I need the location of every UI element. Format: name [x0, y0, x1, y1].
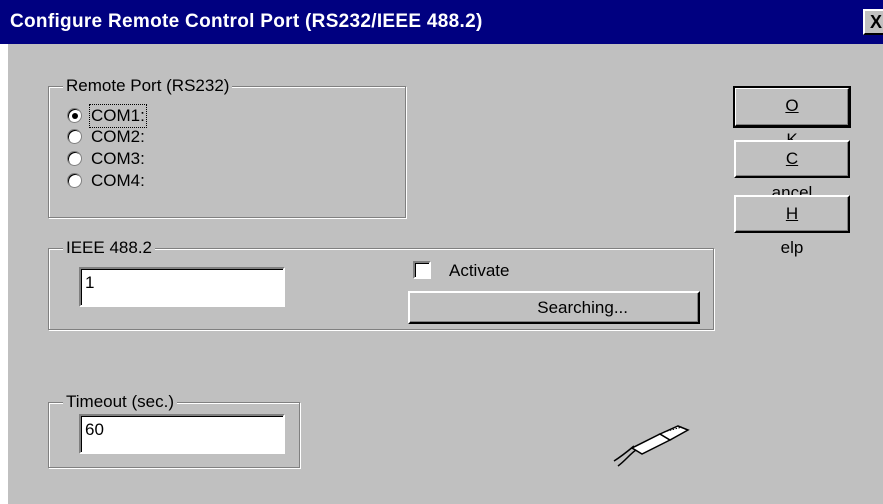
radio-com1-label[interactable]: COM1: [89, 104, 147, 128]
ieee-address-input[interactable]: 1 [79, 267, 285, 307]
radio-selected-dot [72, 113, 78, 119]
radio-com2-label[interactable]: COM2: [91, 127, 145, 147]
ieee-group: IEEE 488.2 1 Activate Searching... [48, 238, 714, 330]
close-icon: X [870, 12, 883, 32]
remote-port-legend: Remote Port (RS232) [63, 76, 233, 96]
timeout-legend: Timeout (sec.) [63, 392, 178, 412]
serial-cable-icon [613, 425, 690, 467]
help-button[interactable]: Help [734, 195, 850, 257]
radio-com3-button[interactable] [67, 151, 82, 166]
activate-checkbox[interactable] [413, 261, 431, 279]
remote-port-group: Remote Port (RS232) COM1: COM2: COM3: CO… [48, 76, 406, 218]
radio-com1-button[interactable] [67, 108, 82, 123]
radio-com4-label[interactable]: COM4: [91, 171, 145, 191]
dialog-window: Configure Remote Control Port (RS232/IEE… [0, 0, 883, 504]
radio-com4-button[interactable] [67, 173, 82, 188]
activate-label[interactable]: Activate [449, 261, 509, 281]
radio-com2-button[interactable] [67, 129, 82, 144]
cancel-button[interactable]: Cancel [734, 140, 850, 202]
radio-com3-label[interactable]: COM3: [91, 149, 145, 169]
ok-button[interactable]: OK [733, 86, 851, 149]
title-bar[interactable]: Configure Remote Control Port (RS232/IEE… [0, 0, 883, 44]
ieee-legend: IEEE 488.2 [63, 238, 156, 258]
timeout-input[interactable]: 60 [79, 414, 285, 454]
window-left-edge [0, 44, 8, 504]
searching-button-label: Searching... [537, 298, 628, 317]
help-button-label: Help [780, 204, 804, 257]
searching-button[interactable]: Searching... [408, 291, 700, 324]
close-button[interactable]: X [863, 9, 883, 35]
window-title: Configure Remote Control Port (RS232/IEE… [10, 11, 483, 32]
timeout-group: Timeout (sec.) 60 [48, 392, 300, 468]
